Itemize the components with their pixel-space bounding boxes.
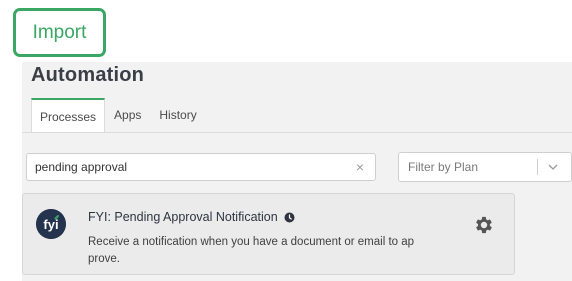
process-description-line: Receive a notification when you have a d… (88, 236, 415, 248)
gear-icon[interactable] (473, 214, 495, 236)
search-box: × (26, 153, 376, 181)
process-description-line: prove. (88, 253, 120, 265)
search-input[interactable] (35, 160, 353, 174)
tab-bar: Processes Apps History (31, 98, 206, 133)
process-card[interactable]: fyi FYI: Pending Approval Notification R… (22, 193, 515, 275)
chevron-down-icon (548, 164, 558, 170)
process-title-text: FYI: Pending Approval Notification (88, 210, 278, 224)
process-title[interactable]: FYI: Pending Approval Notification (88, 210, 295, 224)
filter-by-plan-select[interactable]: Filter by Plan (398, 152, 572, 182)
page-title: Automation (31, 64, 145, 86)
import-label: Import (32, 21, 87, 43)
automation-panel: Automation Processes Apps History × Filt… (22, 62, 572, 281)
tabs-divider (22, 132, 572, 133)
close-icon[interactable]: × (353, 159, 367, 175)
filter-divider (537, 159, 538, 175)
info-icon[interactable] (284, 212, 295, 223)
import-button[interactable]: Import (13, 8, 106, 57)
tab-history[interactable]: History (150, 98, 205, 132)
tab-apps[interactable]: Apps (105, 98, 150, 132)
svg-text:fyi: fyi (43, 217, 58, 232)
fyi-logo-icon: fyi (36, 209, 66, 239)
filter-placeholder: Filter by Plan (408, 160, 479, 174)
tab-processes[interactable]: Processes (31, 98, 106, 133)
process-description: Receive a notification when you have a d… (88, 234, 433, 268)
